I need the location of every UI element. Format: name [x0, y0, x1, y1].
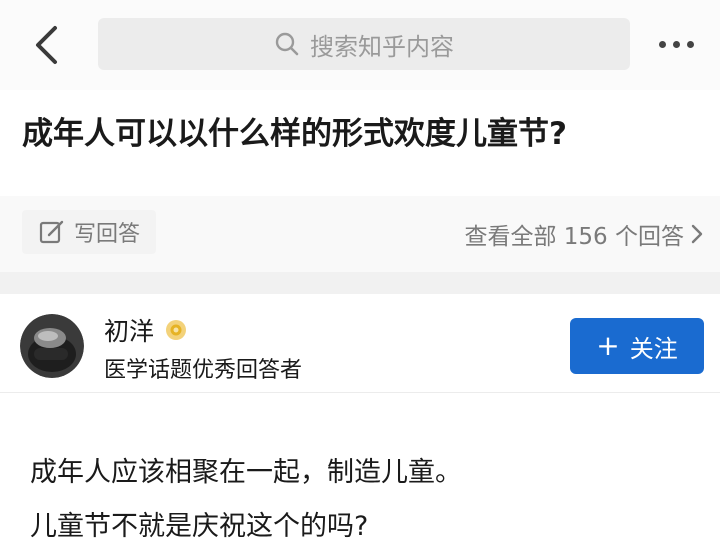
- more-options-button[interactable]: [648, 24, 704, 64]
- search-input[interactable]: 搜索知乎内容: [98, 18, 630, 70]
- author-row: 初洋 医学话题优秀回答者 + 关注: [0, 294, 720, 392]
- answer-line: 成年人应该相聚在一起，制造儿童。: [30, 457, 462, 488]
- author-name[interactable]: 初洋: [104, 312, 154, 348]
- chevron-right-icon: [691, 224, 703, 244]
- more-dots-icon: [658, 40, 666, 48]
- chevron-left-icon: [36, 26, 57, 64]
- view-all-answers-link[interactable]: 查看全部 156 个回答: [464, 214, 704, 254]
- plus-icon: +: [596, 329, 620, 362]
- question-title[interactable]: 成年人可以以什么样的形式欢度儿童节?: [22, 110, 702, 158]
- answer-body[interactable]: 成年人应该相聚在一起，制造儿童。 儿童节不就是庆祝这个的吗?: [30, 446, 710, 554]
- section-divider: [0, 272, 720, 294]
- answer-line: 儿童节不就是庆祝这个的吗?: [30, 511, 369, 542]
- row-divider: [0, 392, 720, 393]
- view-all-label: 查看全部 156 个回答: [464, 224, 684, 250]
- author-description: 医学话题优秀回答者: [104, 358, 303, 383]
- more-dot: [686, 40, 694, 48]
- follow-label: 关注: [629, 334, 678, 363]
- pencil-icon: [38, 218, 66, 246]
- search-icon: [274, 31, 300, 57]
- follow-button[interactable]: + 关注: [570, 318, 704, 374]
- write-answer-label: 写回答: [74, 222, 141, 247]
- gold-badge-icon: [164, 318, 188, 342]
- more-dot: [672, 40, 680, 48]
- avatar[interactable]: [20, 314, 84, 378]
- top-bar: 搜索知乎内容: [0, 0, 720, 90]
- author-name-line: 初洋: [104, 312, 188, 348]
- search-placeholder: 搜索知乎内容: [310, 32, 454, 61]
- back-button[interactable]: [26, 22, 66, 68]
- write-answer-button[interactable]: 写回答: [22, 210, 157, 254]
- answer-action-bar: 写回答 查看全部 156 个回答: [0, 196, 720, 272]
